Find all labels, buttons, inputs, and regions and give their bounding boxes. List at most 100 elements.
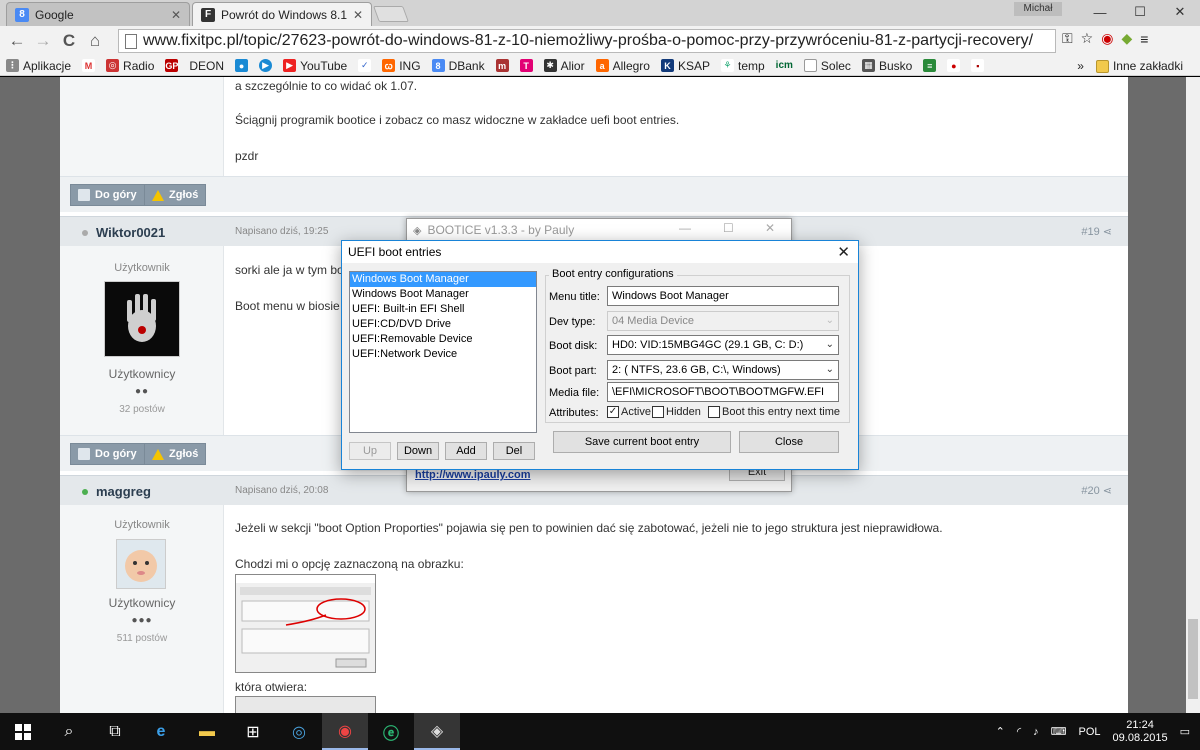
boot-disk-select[interactable]: HD0: VID:15MBG4GC (29.1 GB, C: D:) ⌄ bbox=[607, 335, 839, 355]
bookmark-allegro[interactable]: a Allegro bbox=[595, 59, 650, 73]
boot-entry-item[interactable]: UEFI:CD/DVD Drive bbox=[350, 317, 536, 332]
app-e-icon[interactable]: ⓔ bbox=[368, 713, 414, 750]
bookmark-gp[interactable]: GP bbox=[165, 59, 178, 72]
save-boot-entry-button[interactable]: Save current boot entry bbox=[553, 431, 731, 453]
chevron-up-icon[interactable]: ⌃ bbox=[996, 725, 1005, 738]
boot-entry-item[interactable]: UEFI: Built-in EFI Shell bbox=[350, 302, 536, 317]
boot-entry-item[interactable]: Windows Boot Manager bbox=[350, 287, 536, 302]
move-down-button[interactable]: Down bbox=[397, 442, 439, 460]
embedded-screenshot[interactable] bbox=[235, 574, 376, 673]
close-dialog-button[interactable]: Close bbox=[739, 431, 839, 453]
active-checkbox[interactable]: ✓ Active bbox=[607, 406, 651, 418]
new-tab-button[interactable] bbox=[373, 6, 409, 22]
edge-icon[interactable]: e bbox=[138, 713, 184, 750]
bookmark-other[interactable]: Inne zakładki bbox=[1095, 59, 1183, 73]
media-player-icon[interactable]: ◎ bbox=[276, 713, 322, 750]
clock[interactable]: 21:24 09.08.2015 bbox=[1113, 719, 1168, 745]
keyboard-icon[interactable]: ⌨ bbox=[1051, 725, 1067, 738]
avatar[interactable] bbox=[104, 281, 180, 357]
volume-icon[interactable]: ♪ bbox=[1033, 726, 1039, 738]
share-icon[interactable]: ⋖ bbox=[1103, 226, 1112, 238]
bookmark-apps[interactable]: ⋮ Aplikacje bbox=[6, 59, 71, 73]
bookmark-mm[interactable]: m bbox=[495, 59, 509, 72]
minimize-button[interactable]: — bbox=[1080, 0, 1120, 24]
minimize-button[interactable]: — bbox=[679, 221, 691, 235]
extension-icon[interactable]: ◉ bbox=[1101, 30, 1113, 47]
embedded-screenshot[interactable] bbox=[235, 696, 376, 713]
bookmark-icm[interactable]: icm bbox=[776, 60, 793, 71]
bookmark-tmobile[interactable]: T bbox=[519, 59, 533, 72]
bookmark-dbank[interactable]: 8 DBank bbox=[431, 59, 485, 73]
forward-arrow-icon[interactable]: → bbox=[30, 31, 56, 51]
star-icon[interactable]: ☆ bbox=[1081, 30, 1094, 47]
post-number[interactable]: #19 ⋖ bbox=[1081, 225, 1112, 238]
bookmark-temp[interactable]: ⚘ temp bbox=[720, 59, 765, 73]
close-icon[interactable]: ✕ bbox=[353, 8, 363, 22]
bookmark-icon-4[interactable]: ● bbox=[947, 59, 961, 72]
bookmarks-more-button[interactable]: » bbox=[1077, 59, 1084, 73]
back-arrow-icon[interactable]: ← bbox=[4, 31, 30, 51]
menu-icon[interactable]: ≡ bbox=[1140, 31, 1148, 47]
bookmark-alior[interactable]: ✱ Alior bbox=[543, 59, 585, 73]
boot-entry-item[interactable]: UEFI:Network Device bbox=[350, 347, 536, 362]
bookmark-radio[interactable]: ◎ Radio bbox=[106, 59, 154, 73]
maximize-button[interactable]: ☐ bbox=[723, 221, 734, 235]
boot-entry-list[interactable]: Windows Boot Manager Windows Boot Manage… bbox=[349, 271, 537, 433]
language-indicator[interactable]: POL bbox=[1079, 726, 1101, 738]
bookmark-deon[interactable]: DEON bbox=[189, 59, 224, 73]
report-button[interactable]: Zgłoś bbox=[144, 443, 207, 465]
start-button[interactable] bbox=[0, 713, 46, 750]
home-icon[interactable]: ⌂ bbox=[82, 31, 108, 51]
page-info-icon[interactable] bbox=[125, 33, 137, 49]
bookmark-icon-3[interactable]: ≡ bbox=[923, 59, 937, 72]
wifi-icon[interactable]: ◜ bbox=[1017, 725, 1021, 738]
bookmark-solec[interactable]: Solec bbox=[803, 59, 851, 73]
close-button[interactable]: ✕ bbox=[765, 221, 775, 235]
file-explorer-icon[interactable]: ▬ bbox=[184, 713, 230, 750]
bootice-taskbar-icon[interactable]: ◈ bbox=[414, 713, 460, 750]
share-icon[interactable]: ⋖ bbox=[1103, 485, 1112, 497]
address-bar[interactable]: www.fixitpc.pl/topic/27623-powrót-do-win… bbox=[118, 29, 1056, 53]
hidden-checkbox[interactable]: Hidden bbox=[652, 406, 701, 418]
search-icon[interactable]: ⌕ bbox=[46, 713, 92, 750]
add-entry-button[interactable]: Add bbox=[445, 442, 487, 460]
bookmark-icon-1[interactable]: ● bbox=[235, 59, 249, 72]
boot-entry-item[interactable]: Windows Boot Manager bbox=[350, 272, 536, 287]
post-author[interactable]: maggreg bbox=[82, 484, 151, 499]
menu-title-input[interactable]: Windows Boot Manager bbox=[607, 286, 839, 306]
bookmark-busko[interactable]: ▦ Busko bbox=[861, 59, 912, 73]
tab-fixitpc[interactable]: F Powrót do Windows 8.1 z ✕ bbox=[192, 2, 372, 26]
back-to-top-button[interactable]: Do góry bbox=[70, 184, 145, 206]
bookmark-ing[interactable]: ꞷ ING bbox=[382, 59, 421, 73]
ipauly-link[interactable]: http://www.ipauly.com bbox=[415, 469, 531, 481]
profile-name[interactable]: Michał bbox=[1014, 2, 1062, 16]
store-icon[interactable]: ⊞ bbox=[230, 713, 276, 750]
bookmark-ksap[interactable]: K KSAP bbox=[660, 59, 710, 73]
task-view-icon[interactable]: ⧉ bbox=[92, 713, 138, 750]
page-scrollbar[interactable] bbox=[1186, 77, 1200, 713]
maximize-button[interactable]: ☐ bbox=[1120, 0, 1160, 24]
boot-next-time-checkbox[interactable]: Boot this entry next time bbox=[708, 406, 840, 418]
bookmark-youtube[interactable]: ▶ YouTube bbox=[283, 59, 347, 73]
bookmark-icon-5[interactable]: ▪ bbox=[971, 59, 985, 72]
close-window-button[interactable]: ✕ bbox=[1160, 0, 1200, 24]
boot-part-select[interactable]: 2: ( NTFS, 23.6 GB, C:\, Windows) ⌄ bbox=[607, 360, 839, 380]
chrome-icon[interactable]: ◉ bbox=[322, 713, 368, 750]
notification-icon[interactable]: ▭ bbox=[1180, 725, 1190, 738]
delete-entry-button[interactable]: Del bbox=[493, 442, 535, 460]
scrollbar-thumb[interactable] bbox=[1188, 619, 1198, 699]
extension-icon[interactable]: ◆ bbox=[1121, 30, 1132, 47]
media-file-input[interactable]: \EFI\MICROSOFT\BOOT\BOOTMGFW.EFI bbox=[607, 382, 839, 402]
key-icon[interactable]: ⚿ bbox=[1062, 30, 1073, 47]
post-number[interactable]: #20 ⋖ bbox=[1081, 484, 1112, 497]
boot-entry-item[interactable]: UEFI:Removable Device bbox=[350, 332, 536, 347]
dialog-close-icon[interactable]: ✕ bbox=[837, 243, 850, 261]
bookmark-icon-2[interactable]: ▶ bbox=[259, 59, 273, 72]
tab-google[interactable]: 8 Google ✕ bbox=[6, 2, 190, 26]
report-button[interactable]: Zgłoś bbox=[144, 184, 207, 206]
dev-type-select[interactable]: 04 Media Device ⌄ bbox=[607, 311, 839, 331]
move-up-button[interactable]: Up bbox=[349, 442, 391, 460]
bookmark-check[interactable]: ✓ bbox=[358, 59, 372, 72]
post-author[interactable]: Wiktor0021 bbox=[82, 225, 165, 240]
back-to-top-button[interactable]: Do góry bbox=[70, 443, 145, 465]
